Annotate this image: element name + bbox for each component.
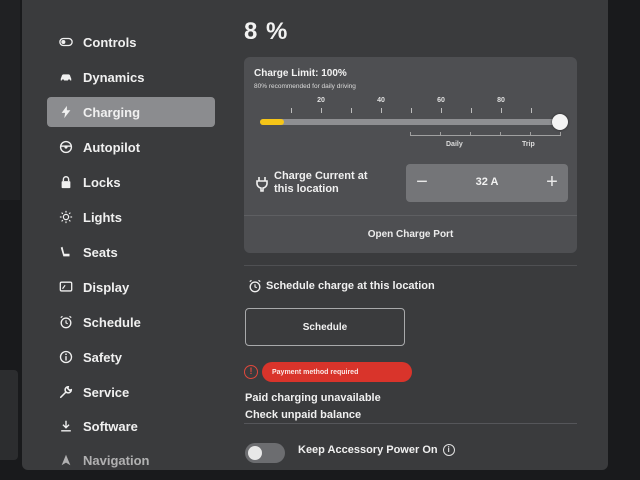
- sidebar-item-label: Seats: [83, 244, 118, 260]
- range-tick: [410, 132, 411, 136]
- sidebar-item-seats[interactable]: Seats: [47, 237, 215, 267]
- sidebar-item-label: Safety: [83, 349, 123, 365]
- sidebar-item-label: Dynamics: [83, 69, 145, 85]
- range-label-daily: Daily: [446, 141, 463, 148]
- scale-tick: [471, 108, 472, 113]
- range-tick: [470, 132, 471, 136]
- display-icon: [57, 278, 75, 296]
- lock-icon: [57, 173, 75, 191]
- navigation-arrow-icon: [57, 451, 75, 469]
- charge-current-label: Charge Current at this location: [274, 170, 368, 195]
- steering-wheel-icon: [57, 138, 75, 156]
- scale-tick: [531, 108, 532, 113]
- sidebar-item-label: Schedule: [83, 314, 141, 330]
- sidebar-item-label: Display: [83, 279, 130, 295]
- schedule-charge-heading: Schedule charge at this location: [248, 279, 435, 293]
- bezel-left: [0, 0, 20, 200]
- schedule-button[interactable]: Schedule: [245, 308, 405, 346]
- charge-current-stepper: − 32 A +: [406, 164, 568, 202]
- download-icon: [57, 417, 75, 435]
- sidebar-item-locks[interactable]: Locks: [47, 167, 215, 197]
- range-tick: [500, 132, 501, 136]
- sidebar-item-dynamics[interactable]: Dynamics: [47, 62, 215, 92]
- scale-tick: [441, 108, 442, 113]
- sidebar-item-display[interactable]: Display: [47, 272, 215, 302]
- sidebar-item-label: Locks: [83, 174, 121, 190]
- scale-label-40: 40: [377, 97, 385, 104]
- charge-limit-subtitle: 80% recommended for daily driving: [254, 83, 356, 90]
- sidebar-item-label: Navigation: [83, 452, 150, 468]
- charge-level-fill: [260, 119, 284, 125]
- alert-icon: !: [244, 365, 258, 379]
- info-circle-icon: [57, 348, 75, 366]
- range-tick: [560, 132, 561, 136]
- range-label-trip: Trip: [522, 141, 535, 148]
- daily-trip-range-line: [410, 135, 560, 136]
- section-divider: [244, 423, 577, 424]
- sun-icon: [57, 208, 75, 226]
- scale-label-80: 80: [497, 97, 505, 104]
- sidebar-item-navigation[interactable]: Navigation: [47, 445, 215, 470]
- check-unpaid-balance-link[interactable]: Check unpaid balance: [245, 409, 361, 421]
- scale-label-60: 60: [437, 97, 445, 104]
- paid-charging-status: Paid charging unavailable: [245, 392, 381, 404]
- card-divider: [244, 215, 577, 216]
- scale-tick: [381, 108, 382, 113]
- car-icon: [57, 68, 75, 86]
- sidebar-item-label: Autopilot: [83, 139, 141, 155]
- sidebar-item-autopilot[interactable]: Autopilot: [47, 132, 215, 162]
- sidebar-item-software[interactable]: Software: [47, 411, 215, 441]
- scale-tick: [411, 108, 412, 113]
- scale-tick: [291, 108, 292, 113]
- accessory-power-toggle[interactable]: [245, 443, 285, 463]
- bezel-left-lower: [0, 370, 18, 460]
- section-divider: [244, 265, 577, 266]
- charge-limit-handle[interactable]: [552, 114, 568, 130]
- charge-limit-title: Charge Limit: 100%: [254, 68, 347, 79]
- sidebar-item-label: Lights: [83, 209, 122, 225]
- sidebar-item-label: Software: [83, 418, 138, 434]
- scale-tick: [351, 108, 352, 113]
- sidebar-item-label: Service: [83, 384, 130, 400]
- battery-percent: 8 %: [244, 18, 289, 45]
- sidebar-item-controls[interactable]: Controls: [47, 27, 215, 57]
- range-tick: [530, 132, 531, 136]
- charge-current-row: Charge Current at this location − 32 A +: [244, 162, 577, 210]
- range-tick: [440, 132, 441, 136]
- charge-limit-card: Charge Limit: 100% 80% recommended for d…: [244, 57, 577, 253]
- sidebar-item-label: Charging: [83, 104, 141, 120]
- payment-required-badge[interactable]: Payment method required: [262, 362, 412, 382]
- scale-tick: [321, 108, 322, 113]
- sidebar-item-schedule[interactable]: Schedule: [47, 307, 215, 337]
- toggle-knob: [248, 446, 262, 460]
- sidebar-item-lights[interactable]: Lights: [47, 202, 215, 232]
- sidebar-item-charging[interactable]: Charging: [47, 97, 215, 127]
- scale-label-20: 20: [317, 97, 325, 104]
- seat-icon: [57, 243, 75, 261]
- charge-limit-slider[interactable]: [260, 114, 568, 130]
- scale-tick: [501, 108, 502, 113]
- wrench-icon: [57, 383, 75, 401]
- alarm-clock-icon: [57, 313, 75, 331]
- increase-current-button[interactable]: +: [542, 172, 562, 192]
- settings-sidebar: Controls Dynamics Charging Autopilot Loc…: [22, 0, 237, 470]
- accessory-power-label: Keep Accessory Power On: [298, 444, 438, 456]
- info-icon[interactable]: i: [442, 444, 455, 456]
- sidebar-item-service[interactable]: Service: [47, 377, 215, 407]
- sidebar-item-safety[interactable]: Safety: [47, 342, 215, 372]
- sidebar-item-label: Controls: [83, 34, 137, 50]
- open-charge-port-button[interactable]: Open Charge Port: [244, 229, 577, 240]
- alarm-clock-icon: [248, 279, 262, 293]
- settings-screen: Controls Dynamics Charging Autopilot Loc…: [22, 0, 608, 470]
- accessory-power-row: Keep Accessory Power On i: [298, 444, 455, 456]
- toggle-icon: [57, 33, 75, 51]
- plug-icon: [256, 176, 268, 197]
- schedule-charge-title: Schedule charge at this location: [266, 280, 435, 292]
- bolt-icon: [57, 103, 75, 121]
